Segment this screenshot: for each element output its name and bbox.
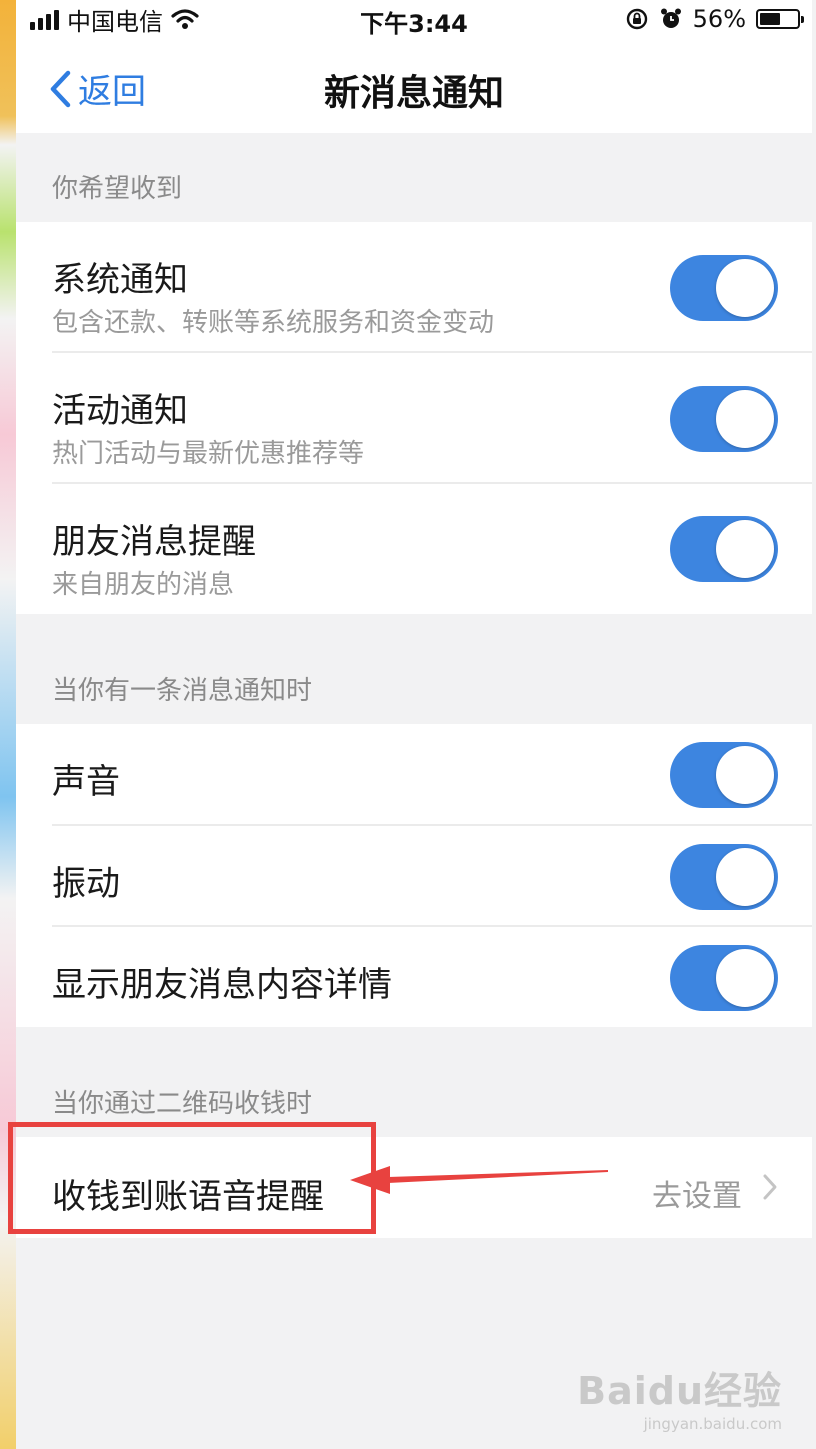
row-title: 朋友消息提醒 <box>52 522 256 562</box>
toggle-knob <box>716 848 774 906</box>
annotation-highlight-box <box>8 1122 376 1234</box>
row-title: 振动 <box>52 864 120 904</box>
navigation-bar: 返回 新消息通知 <box>16 40 812 133</box>
section-header-on-notification: 当你有一条消息通知时 <box>52 676 313 706</box>
status-bar: 中国电信 下午3:44 56% <box>16 0 812 40</box>
toggle-knob <box>716 746 774 804</box>
toggle-show-friend-message-details[interactable] <box>670 945 778 1011</box>
row-friend-message-reminder[interactable]: 朋友消息提醒 来自朋友的消息 <box>16 484 812 614</box>
red-arrow-annotation <box>350 1166 608 1194</box>
watermark-brand: Baidu经验 <box>577 1369 782 1413</box>
row-title: 活动通知 <box>52 391 188 431</box>
page-title: 新消息通知 <box>323 73 504 114</box>
settings-group-on-notification: 声音 振动 显示朋友消息内容详情 <box>16 724 812 1027</box>
baidu-watermark: Baidu经验 jingyan.baidu.com <box>577 1360 782 1433</box>
section-header-receive: 你希望收到 <box>52 174 183 204</box>
toggle-knob <box>716 259 774 317</box>
row-title: 系统通知 <box>52 260 188 300</box>
row-show-friend-message-details[interactable]: 显示朋友消息内容详情 <box>16 927 812 1027</box>
toggle-knob <box>716 949 774 1007</box>
row-title: 显示朋友消息内容详情 <box>52 965 392 1005</box>
row-subtitle: 包含还款、转账等系统服务和资金变动 <box>52 308 495 338</box>
go-setting-link[interactable]: 去设置 <box>652 1171 742 1215</box>
battery-percent: 56% <box>692 5 746 33</box>
chevron-right-icon <box>763 1174 777 1200</box>
row-title: 声音 <box>52 762 120 802</box>
row-subtitle: 来自朋友的消息 <box>52 570 235 600</box>
section-header-qr-payment: 当你通过二维码收钱时 <box>52 1089 313 1119</box>
battery-icon <box>756 9 804 29</box>
toggle-vibration[interactable] <box>670 844 778 910</box>
row-activity-notification[interactable]: 活动通知 热门活动与最新优惠推荐等 <box>16 353 812 484</box>
alarm-clock-icon <box>660 8 681 28</box>
toggle-system-notification[interactable] <box>670 255 778 321</box>
toggle-knob <box>716 520 774 578</box>
watermark-url: jingyan.baidu.com <box>643 1415 782 1433</box>
row-vibration[interactable]: 振动 <box>16 826 812 927</box>
status-right: 56% <box>625 4 804 34</box>
settings-group-receive: 系统通知 包含还款、转账等系统服务和资金变动 活动通知 热门活动与最新优惠推荐等… <box>16 222 812 614</box>
toggle-activity-notification[interactable] <box>670 386 778 452</box>
toggle-sound[interactable] <box>670 742 778 808</box>
row-system-notification[interactable]: 系统通知 包含还款、转账等系统服务和资金变动 <box>16 222 812 353</box>
row-subtitle: 热门活动与最新优惠推荐等 <box>52 439 365 469</box>
battery-fill <box>760 13 780 25</box>
row-sound[interactable]: 声音 <box>16 724 812 826</box>
phone-screen: 中国电信 下午3:44 56% 返回 新消息通知 你希望收到 系统通知 包含还款… <box>8 0 812 1449</box>
toggle-friend-message-reminder[interactable] <box>670 516 778 582</box>
rotation-lock-icon <box>626 8 647 30</box>
toggle-knob <box>716 390 774 448</box>
